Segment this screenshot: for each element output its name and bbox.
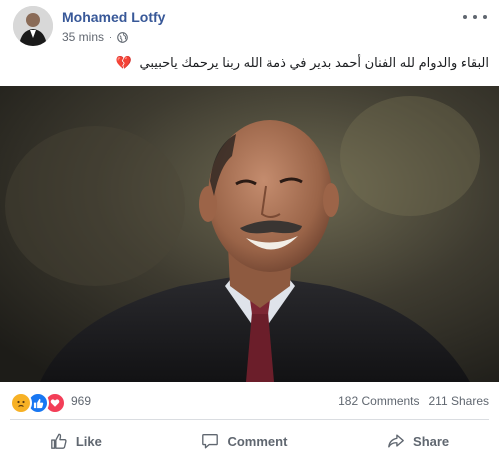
comment-button[interactable]: Comment [187, 426, 301, 456]
author-avatar[interactable] [13, 6, 53, 46]
sad-reaction-icon [10, 392, 32, 414]
share-button[interactable]: Share [373, 426, 463, 456]
reactions-bar: 969 182 Comments 211 Shares [0, 386, 499, 416]
shares-count[interactable]: 211 Shares [429, 394, 490, 408]
more-options-icon[interactable] [463, 10, 487, 24]
reaction-icons[interactable] [10, 392, 66, 414]
post-text: البقاء والدوام لله الفنان أحمد بدير في ذ… [10, 55, 489, 71]
post-actions: Like Comment Share [0, 421, 499, 461]
post-message: البقاء والدوام لله الفنان أحمد بدير في ذ… [139, 55, 489, 70]
post-photo[interactable] [0, 86, 499, 382]
globe-icon[interactable] [117, 31, 128, 43]
comments-count[interactable]: 182 Comments [338, 394, 419, 408]
reaction-count[interactable]: 969 [71, 394, 91, 408]
comment-label: Comment [227, 433, 288, 449]
like-label: Like [75, 433, 102, 449]
post-meta: 35 mins · [62, 30, 128, 44]
post-header: Mohamed Lotfy 35 mins · [0, 0, 499, 50]
broken-heart-emoji: 💔 [115, 55, 132, 70]
author-name[interactable]: Mohamed Lotfy [62, 9, 165, 25]
meta-separator: · [109, 32, 113, 42]
share-icon [387, 432, 405, 450]
post-timestamp[interactable]: 35 mins [62, 30, 104, 44]
comment-icon [201, 432, 219, 450]
like-icon [50, 432, 68, 450]
like-button[interactable]: Like [36, 426, 116, 456]
share-label: Share [413, 433, 450, 449]
engagement-counts: 182 Comments 211 Shares [338, 394, 489, 408]
divider [10, 419, 489, 420]
